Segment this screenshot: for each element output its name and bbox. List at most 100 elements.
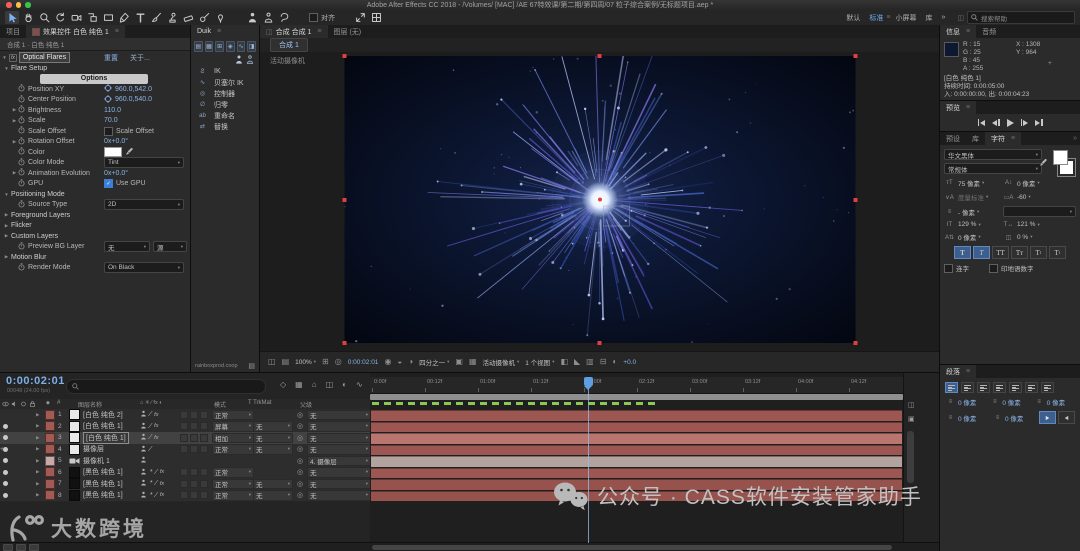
duik-item-ik[interactable]: ∿贝塞尔 IK	[191, 77, 259, 88]
fill-color-swatch[interactable]	[1053, 150, 1068, 165]
screen-layout-icon[interactable]: ▤	[282, 358, 290, 366]
stopwatch-icon[interactable]	[18, 105, 25, 115]
param-scale-offset[interactable]: Scale OffsetScale Offset	[0, 126, 190, 137]
switch-box[interactable]	[200, 491, 208, 499]
parent-select[interactable]: 无▾	[307, 478, 371, 490]
show-snapshot-icon[interactable]: ◒	[397, 358, 402, 366]
param-render-mode[interactable]: Render ModeOn Black▾	[0, 263, 190, 274]
twirl-icon[interactable]: ▼	[2, 66, 11, 71]
param-value[interactable]: 70.0	[104, 117, 118, 124]
param-checkbox[interactable]: ✓	[104, 179, 113, 188]
type-tool-icon[interactable]	[133, 11, 147, 24]
comp-button-icon[interactable]: ▣	[908, 415, 915, 423]
parent-pickwhip-icon[interactable]: ◎	[297, 421, 303, 433]
exposure-value[interactable]: +0.0	[623, 359, 636, 366]
layer-visibility-toggle[interactable]	[1, 478, 10, 490]
shy-switch-icon[interactable]	[140, 456, 147, 465]
param-checkbox[interactable]	[104, 127, 113, 136]
param-value[interactable]: ✓Use GPU	[104, 179, 146, 188]
viewer-current-time[interactable]: 0:00:02:01	[348, 359, 379, 366]
workspace-overflow-icon[interactable]: »	[941, 14, 945, 21]
param-gpu[interactable]: GPU✓Use GPU	[0, 179, 190, 190]
shy-switch-icon[interactable]	[140, 433, 147, 442]
layer-visibility-toggle[interactable]	[1, 467, 10, 479]
param-preview-bg-layer[interactable]: Preview BG Layer无▾源▾	[0, 242, 190, 253]
twirl-icon[interactable]: ▶	[2, 212, 11, 218]
layer-visibility-toggle[interactable]	[1, 421, 10, 433]
color-swatch[interactable]	[104, 147, 122, 157]
stopwatch-icon[interactable]	[18, 179, 25, 189]
reset-exposure-icon[interactable]: ◐	[612, 358, 617, 366]
indent-field-4[interactable]: ≡0 像素	[992, 413, 1036, 423]
layer-color-chip[interactable]	[45, 444, 55, 456]
blend-mode-select[interactable]: 正常▾	[212, 478, 254, 490]
switch-box[interactable]	[190, 445, 198, 453]
playhead-line[interactable]	[588, 377, 589, 543]
composition-image[interactable]	[344, 56, 855, 343]
hindi-digits-toggle[interactable]: 印地语数字	[989, 263, 1034, 273]
duik-item-ik[interactable]: ƧIK	[191, 66, 259, 77]
duik-item-[interactable]: ab重命名	[191, 110, 259, 121]
layer-duration-bar[interactable]	[371, 422, 902, 433]
layer-switches[interactable]: ⁄	[140, 444, 151, 456]
effect-name[interactable]: Optical Flares	[19, 52, 70, 63]
transparency-grid-icon[interactable]: ▦	[469, 358, 477, 366]
param-animation-evolution[interactable]: ▶Animation Evolution0x+0.0°	[0, 168, 190, 179]
proportional-spacing-value[interactable]: 0 %▾	[1017, 234, 1032, 241]
horizontal-scale-value[interactable]: 121 %▾	[1017, 221, 1040, 228]
layer-switches[interactable]: *⁄fx	[140, 490, 164, 502]
character-icon[interactable]	[245, 11, 259, 24]
motion-blur-switch-icon[interactable]: +	[0, 444, 4, 456]
structures-icon[interactable]: ▤	[194, 41, 203, 52]
composition-mini-flowchart-icon[interactable]: ◇	[280, 380, 286, 389]
stroke-width-value[interactable]: - 像素▾	[958, 207, 1000, 217]
align-button-4[interactable]	[1009, 382, 1022, 393]
workspace-grid-icon[interactable]	[369, 11, 383, 24]
expander-icon[interactable]: ▶	[11, 139, 18, 145]
stopwatch-icon[interactable]	[18, 242, 25, 252]
tab-effect-controls[interactable]: 效果控件 白色 纯色 1≡	[26, 25, 125, 38]
param-value[interactable]: On Black▾	[104, 262, 184, 273]
parent-pickwhip-icon[interactable]: ◎	[297, 444, 303, 456]
parent-select[interactable]: 无▾	[307, 490, 371, 502]
layer-color-chip[interactable]	[45, 490, 55, 502]
shy-switch-icon[interactable]	[140, 468, 147, 477]
param-motion-blur[interactable]: ▶Motion Blur	[0, 252, 190, 263]
expander-icon[interactable]: ▶	[11, 170, 18, 176]
twirl-icon[interactable]: ▶	[2, 223, 11, 229]
param-foreground-layers[interactable]: ▶Foreground Layers	[0, 210, 190, 221]
align-button-1[interactable]	[961, 382, 974, 393]
value-text[interactable]: 0x+0.0°	[104, 170, 128, 177]
baseline-shift-value[interactable]: 0 像素▾	[958, 232, 1000, 242]
trkmat-select[interactable]: 无▾	[253, 478, 293, 490]
subscript-button[interactable]: T1	[1049, 246, 1066, 259]
layer-color-chip[interactable]	[45, 478, 55, 490]
layer-selection-handle[interactable]	[853, 341, 857, 345]
switch-box[interactable]	[190, 468, 198, 476]
param-value[interactable]: 无▾源▾	[104, 241, 187, 252]
stopwatch-icon[interactable]	[18, 200, 25, 210]
shy-switch-icon[interactable]	[140, 491, 147, 500]
twirl-icon[interactable]: ▼	[2, 192, 11, 197]
align-button-2[interactable]	[977, 382, 990, 393]
effect-about-link[interactable]: 关于...	[130, 53, 150, 63]
timeline-button-icon[interactable]: ▥	[586, 358, 594, 366]
stopwatch-icon[interactable]	[18, 158, 25, 168]
param-value[interactable]	[104, 147, 134, 158]
switch-box[interactable]	[180, 491, 188, 499]
param-brightness[interactable]: ▶Brightness110.0	[0, 105, 190, 116]
switch-box[interactable]	[180, 468, 188, 476]
layer-duration-bar[interactable]	[371, 433, 902, 444]
resolution-select[interactable]: 四分之一▾	[419, 357, 449, 367]
tab-library[interactable]: 库	[966, 132, 985, 145]
param-dropdown[interactable]: Tint▾	[104, 157, 184, 168]
workspace-tab-标准[interactable]: 标准	[869, 13, 883, 23]
last-frame-button[interactable]	[1035, 119, 1043, 126]
twirl-icon[interactable]: ▼	[0, 55, 9, 60]
indent-field-0[interactable]: ≡0 像素	[945, 397, 986, 407]
layer-name[interactable]: 摄像层	[83, 444, 104, 456]
duik-footer-link[interactable]: rainboxprod.coop	[195, 363, 238, 369]
shy-switch-icon[interactable]	[140, 410, 147, 419]
ligatures-toggle[interactable]: 连字	[944, 263, 969, 273]
workspace-tab-库[interactable]: 库	[925, 13, 932, 23]
